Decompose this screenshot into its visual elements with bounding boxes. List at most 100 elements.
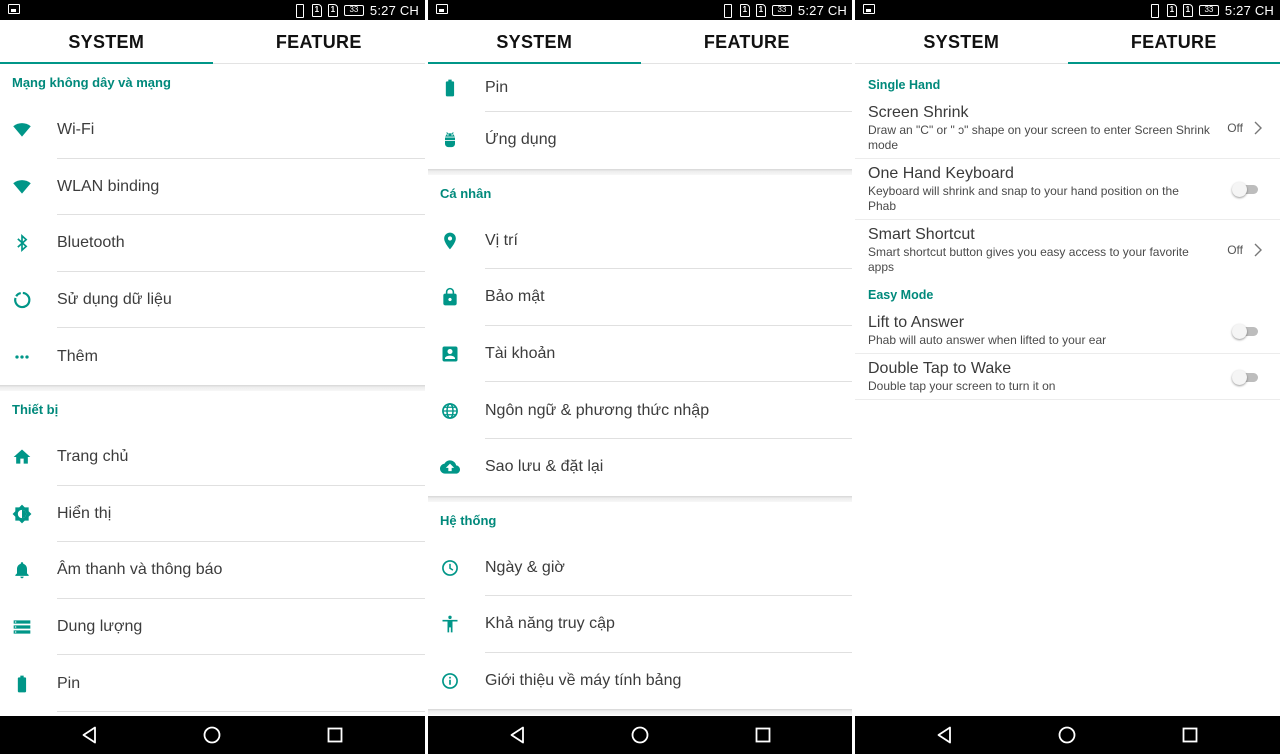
settings-item-label: Bảo mật bbox=[485, 288, 545, 306]
double-tap-to-wake-toggle[interactable] bbox=[1232, 369, 1260, 385]
tab-feature[interactable]: FEATURE bbox=[213, 20, 426, 63]
feature-title: Lift to Answer bbox=[868, 314, 965, 331]
sim1-icon: 1 bbox=[739, 3, 750, 17]
settings-item-language[interactable]: Ngôn ngữ & phương thức nhập bbox=[428, 382, 853, 439]
home-nav-icon[interactable] bbox=[1057, 725, 1077, 745]
chevron-right-icon bbox=[1254, 243, 1262, 257]
settings-item-about[interactable]: Giới thiệu về máy tính bảng bbox=[428, 653, 853, 710]
home-nav-icon[interactable] bbox=[202, 725, 222, 745]
settings-item-label: Giới thiệu về máy tính bảng bbox=[485, 672, 682, 690]
tab-feature[interactable]: FEATURE bbox=[1067, 20, 1280, 64]
status-bar: 1 1 33 5:27 CH bbox=[855, 0, 1280, 20]
settings-item-label: Wi-Fi bbox=[57, 121, 95, 139]
feature-description: Draw an "C" or " ɔ" shape on your screen… bbox=[868, 123, 1210, 152]
storage-icon bbox=[13, 620, 31, 634]
one-hand-keyboard-toggle[interactable] bbox=[1232, 182, 1260, 197]
chevron-right-icon bbox=[1254, 121, 1262, 135]
settings-item-date-time[interactable]: Ngày & giờ bbox=[428, 540, 853, 597]
tab-system[interactable]: SYSTEM bbox=[0, 20, 213, 64]
accessibility-icon bbox=[442, 616, 458, 633]
sim2-icon: 1 bbox=[327, 3, 338, 17]
settings-item-label: Pin bbox=[57, 674, 81, 692]
lift-to-answer-toggle[interactable] bbox=[1232, 323, 1260, 339]
settings-list: Pin Ứng dụng Cá nhân Vị trí Bảo mật Tài … bbox=[428, 64, 853, 716]
settings-item-sound[interactable]: Âm thanh và thông báo bbox=[0, 542, 425, 599]
screens: 1 1 33 5:27 CH SYSTEM FEATURE Mạng không… bbox=[0, 0, 1280, 754]
clock-text: 5:27 CH bbox=[369, 2, 419, 18]
phone-screen-3: 1 1 33 5:27 CH SYSTEM FEATURE Single Han… bbox=[855, 0, 1280, 754]
settings-item-apps[interactable]: Ứng dụng bbox=[428, 112, 853, 169]
vibrate-icon bbox=[720, 4, 734, 18]
settings-item-bluetooth[interactable]: Bluetooth bbox=[0, 215, 425, 272]
globe-icon bbox=[442, 402, 458, 419]
tab-feature[interactable]: FEATURE bbox=[641, 20, 854, 63]
data-usage-icon bbox=[14, 291, 31, 309]
settings-item-wlan-binding[interactable]: WLAN binding bbox=[0, 159, 425, 216]
settings-item-label: Sử dụng dữ liệu bbox=[57, 291, 172, 309]
settings-item-battery[interactable]: Pin bbox=[0, 655, 425, 712]
feature-description: Smart shortcut button gives you easy acc… bbox=[868, 245, 1189, 274]
home-nav-icon[interactable] bbox=[630, 725, 650, 745]
vibrate-icon bbox=[292, 4, 306, 18]
settings-item-display[interactable]: Hiển thị bbox=[0, 486, 425, 543]
tab-system[interactable]: SYSTEM bbox=[855, 20, 1068, 63]
settings-item-location[interactable]: Vị trí bbox=[428, 213, 853, 270]
feature-title: One Hand Keyboard bbox=[868, 165, 1014, 182]
feature-value: Off bbox=[1227, 121, 1243, 135]
settings-item-home[interactable]: Trang chủ bbox=[0, 429, 425, 486]
settings-item-battery[interactable]: Pin bbox=[428, 64, 853, 112]
section-title-system: Hệ thống bbox=[440, 512, 497, 528]
status-bar: 1 1 33 5:27 CH bbox=[0, 0, 425, 20]
sim1-icon: 1 bbox=[311, 3, 322, 17]
recent-apps-icon[interactable] bbox=[325, 725, 345, 745]
back-icon[interactable] bbox=[80, 725, 100, 745]
tab-system[interactable]: SYSTEM bbox=[428, 20, 641, 64]
feature-title: Double Tap to Wake bbox=[868, 360, 1012, 377]
back-icon[interactable] bbox=[935, 725, 955, 745]
feature-description: Double tap your screen to turn it on bbox=[868, 379, 1056, 393]
settings-item-accounts[interactable]: Tài khoản bbox=[428, 326, 853, 383]
sim1-icon: 1 bbox=[1166, 3, 1177, 17]
android-icon bbox=[445, 132, 455, 148]
bell-icon bbox=[15, 562, 29, 579]
settings-item-accessibility[interactable]: Khả năng truy cập bbox=[428, 596, 853, 653]
clock-text: 5:27 CH bbox=[1224, 2, 1274, 18]
settings-item-label: Dung lượng bbox=[57, 618, 143, 636]
settings-item-storage[interactable]: Dung lượng bbox=[0, 599, 425, 656]
feature-list: Single Hand Screen Shrink Draw an "C" or… bbox=[855, 64, 1280, 716]
recent-apps-icon[interactable] bbox=[1180, 725, 1200, 745]
section-title-wireless: Mạng không dây và mạng bbox=[12, 75, 171, 90]
feature-row-smart-shortcut[interactable]: Smart Shortcut Smart shortcut button giv… bbox=[855, 220, 1280, 280]
settings-item-more[interactable]: Thêm bbox=[0, 328, 425, 385]
feature-row-one-hand-keyboard[interactable]: One Hand Keyboard Keyboard will shrink a… bbox=[855, 159, 1280, 220]
recent-apps-icon[interactable] bbox=[753, 725, 773, 745]
cloud-upload-icon bbox=[440, 460, 460, 474]
settings-item-label: Vị trí bbox=[485, 231, 518, 249]
brightness-icon bbox=[12, 504, 32, 524]
feature-value: Off bbox=[1227, 243, 1243, 257]
feature-row-screen-shrink[interactable]: Screen Shrink Draw an "C" or " ɔ" shape … bbox=[855, 98, 1280, 159]
tab-bar: SYSTEM FEATURE bbox=[855, 20, 1280, 64]
image-notification-icon bbox=[8, 4, 20, 14]
feature-description: Phab will auto answer when lifted to you… bbox=[868, 333, 1107, 347]
settings-item-label: Pin bbox=[485, 79, 509, 96]
tab-bar: SYSTEM FEATURE bbox=[0, 20, 425, 64]
battery-icon bbox=[17, 675, 27, 692]
settings-item-wifi[interactable]: Wi-Fi bbox=[0, 102, 425, 159]
back-icon[interactable] bbox=[508, 725, 528, 745]
settings-item-backup[interactable]: Sao lưu & đặt lại bbox=[428, 439, 853, 496]
navigation-bar bbox=[855, 716, 1280, 754]
clock-icon bbox=[442, 559, 458, 576]
settings-item-label: Trang chủ bbox=[57, 448, 129, 466]
section-title-single-hand: Single Hand bbox=[868, 78, 941, 92]
settings-item-security[interactable]: Bảo mật bbox=[428, 269, 853, 326]
settings-item-data-usage[interactable]: Sử dụng dữ liệu bbox=[0, 272, 425, 329]
sim2-icon: 1 bbox=[755, 3, 766, 17]
settings-item-label: Ngày & giờ bbox=[485, 558, 565, 576]
settings-list: Mạng không dây và mạng Wi-Fi WLAN bindin… bbox=[0, 64, 425, 716]
feature-row-double-tap-to-wake[interactable]: Double Tap to Wake Double tap your scree… bbox=[855, 354, 1280, 400]
bluetooth-icon bbox=[17, 234, 28, 253]
feature-row-lift-to-answer[interactable]: Lift to Answer Phab will auto answer whe… bbox=[855, 308, 1280, 354]
wifi-icon bbox=[13, 180, 31, 194]
feature-description: Keyboard will shrink and snap to your ha… bbox=[868, 184, 1179, 213]
